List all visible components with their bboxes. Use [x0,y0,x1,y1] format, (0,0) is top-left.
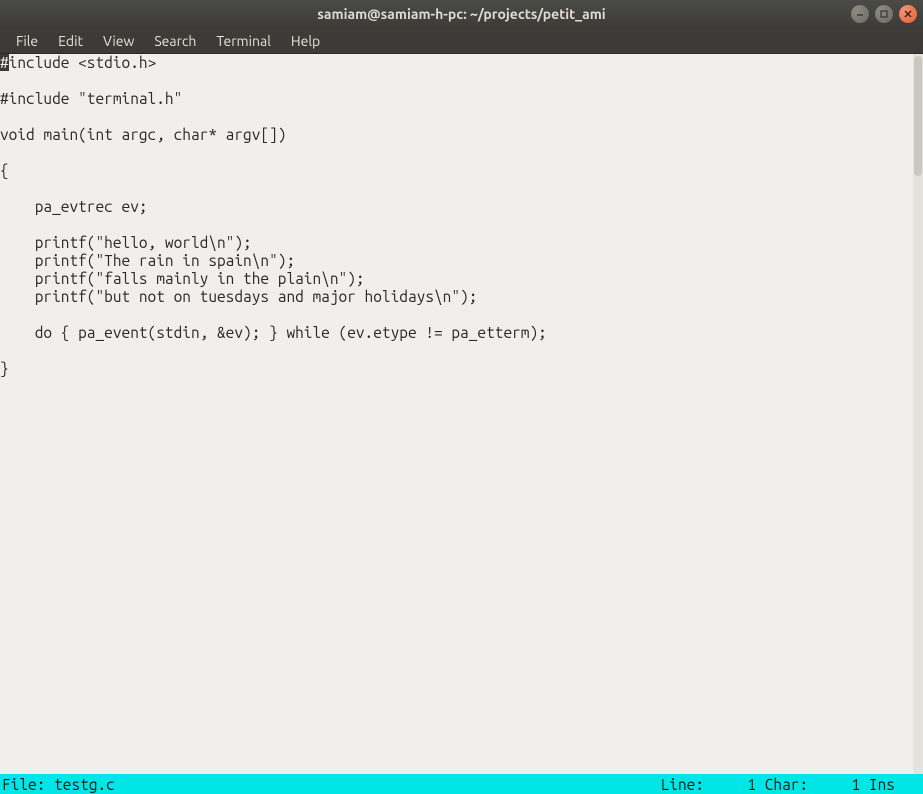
code-line [0,306,923,324]
scrollbar-thumb[interactable] [914,56,922,176]
minimize-icon[interactable] [851,5,869,23]
maximize-icon[interactable] [875,5,893,23]
code-line: printf("falls mainly in the plain\n"); [0,270,923,288]
menu-terminal[interactable]: Terminal [206,30,281,52]
code-line: pa_evtrec ev; [0,198,923,216]
status-file-label: File: [2,776,54,793]
menu-file[interactable]: File [6,30,48,52]
code-line [0,108,923,126]
code-line: } [0,360,923,378]
code-line: { [0,162,923,180]
code-line [0,144,923,162]
scrollbar[interactable] [913,54,923,774]
code-buffer[interactable]: #include <stdio.h> #include "terminal.h"… [0,54,923,378]
status-file: File: testg.c [2,776,115,793]
code-line: void main(int argc, char* argv[]) [0,126,923,144]
text-cursor: # [0,54,9,71]
menu-edit[interactable]: Edit [48,30,93,52]
menubar: File Edit View Search Terminal Help [0,28,923,54]
code-line [0,216,923,234]
code-line: printf("The rain in spain\n"); [0,252,923,270]
code-line: printf("hello, world\n"); [0,234,923,252]
status-file-name: testg.c [54,776,115,793]
terminal-area[interactable]: #include <stdio.h> #include "terminal.h"… [0,54,923,774]
statusbar: File: testg.c Line: 1 Char: 1 Ins [0,774,923,794]
code-line [0,72,923,90]
code-line: #include "terminal.h" [0,90,923,108]
code-line [0,342,923,360]
code-line [0,180,923,198]
code-line: printf("but not on tuesdays and major ho… [0,288,923,306]
menu-view[interactable]: View [93,30,144,52]
close-icon[interactable] [899,5,917,23]
menu-search[interactable]: Search [144,30,206,52]
code-line: #include <stdio.h> [0,54,923,72]
window-title: samiam@samiam-h-pc: ~/projects/petit_ami [317,6,605,22]
window-controls [851,5,917,23]
status-position: Line: 1 Char: 1 Ins [661,776,921,793]
menu-help[interactable]: Help [281,30,330,52]
code-line: do { pa_event(stdin, &ev); } while (ev.e… [0,324,923,342]
window-titlebar: samiam@samiam-h-pc: ~/projects/petit_ami [0,0,923,28]
